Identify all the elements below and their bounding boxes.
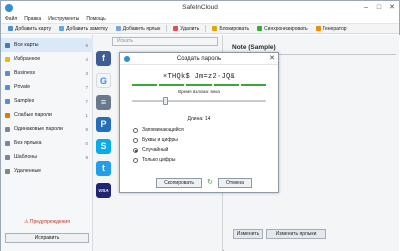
menu-bar: Файл Правка Инструменты Помощь [1,15,399,23]
strength-segment [186,84,212,86]
fix-button[interactable]: Исправить [5,233,89,243]
template-icon [5,154,10,160]
option-digits-only[interactable]: Только цифры [133,156,175,164]
minimize-button[interactable]: – [361,3,371,12]
copy-button[interactable]: Скопировать [156,178,202,188]
sidebar-item-samples[interactable]: Samples 7 [1,94,93,108]
password-generator-dialog: Создать пароль ✕ ×THQk$ Jm=z2·JQ& Время … [119,52,279,193]
sync-button[interactable]: Синхронизировать [254,24,311,33]
close-icon[interactable]: ✕ [269,54,275,64]
folder-icon [5,42,10,48]
add-card-button[interactable]: Добавить карту [5,24,54,33]
strength-segment [240,84,267,86]
menu-help[interactable]: Помощь [86,15,105,23]
length-slider-track[interactable] [132,100,266,102]
option-random[interactable]: Случайный [133,146,168,154]
toolbar-divider [205,25,207,32]
menu-tools[interactable]: Инструменты [48,15,79,23]
add-label-button[interactable]: Добавить ярлык [113,24,164,33]
strength-segment [159,84,185,86]
add-note-button[interactable]: Добавить заметку [56,24,111,33]
length-slider-thumb[interactable] [163,97,168,105]
close-window-button[interactable]: ✕ [387,3,397,12]
add-label-icon [115,26,121,31]
duplicate-icon [5,126,10,132]
delete-icon [173,26,179,31]
sidebar-item-deleted[interactable]: Удаленные [1,164,93,178]
sidebar-item-weak-passwords[interactable]: Слабые пароли 1 [1,108,93,122]
sidebar-item-no-label[interactable]: Без ярлыка 0 [1,136,93,150]
sync-icon [257,26,263,31]
label-icon [5,98,10,104]
option-memorable[interactable]: Запоминающийся [133,126,184,134]
sidebar-item-business[interactable]: Business 3 [1,66,93,80]
label-icon [5,84,10,90]
lock-button[interactable]: Блокировать [209,24,252,33]
strength-segment [132,84,158,86]
option-letters-digits[interactable]: Буквы и цифры [133,136,178,144]
dialog-title: Создать пароль [176,56,222,62]
app-window: SafeInCloud – □ ✕ Файл Правка Инструмент… [0,0,400,251]
strength-meter [132,84,267,86]
add-note-icon [59,26,65,31]
no-label-icon [5,140,10,146]
toolbar: Добавить карту Добавить заметку Добавить… [1,23,399,34]
generator-button[interactable]: Генератор [313,24,350,33]
sidebar-item-all-cards[interactable]: Все карты 9 [1,38,93,52]
warning-icon [5,112,10,118]
add-card-icon [8,26,13,31]
warnings-link[interactable]: ⚠ Предупреждения [1,219,93,225]
radio-button[interactable] [133,137,138,143]
length-label: Длина: 14 [187,116,211,122]
safeincloud-logo-icon [124,56,130,62]
window-title: SafeInCloud [182,4,218,11]
toolbar-divider [166,25,168,32]
key-icon [315,26,321,31]
crack-time-label: Время взлома: века [178,89,220,94]
refresh-icon[interactable]: ↻ [206,179,214,187]
dialog-title-bar: Создать пароль ✕ [120,53,278,65]
sidebar-item-private[interactable]: Private 7 [1,80,93,94]
sidebar-item-favorites[interactable]: Избранное 4 [1,52,93,66]
generated-password[interactable]: ×THQk$ Jm=z2·JQ& [120,73,278,81]
lock-icon [212,26,218,31]
delete-button[interactable]: Удалить [170,24,202,33]
menu-file[interactable]: Файл [5,15,17,23]
maximize-button[interactable]: □ [374,3,384,12]
radio-button[interactable] [133,127,138,133]
label-icon [5,70,10,76]
radio-button[interactable] [133,157,138,163]
radio-button-selected[interactable] [133,147,138,153]
strength-segment [213,84,239,86]
sidebar-item-templates[interactable]: Шаблоны 8 [1,150,93,164]
star-icon [5,56,10,62]
sidebar-item-duplicate-passwords[interactable]: Одинаковые пароли 8 [1,122,93,136]
trash-icon [5,168,10,174]
cancel-button[interactable]: Отмена [218,178,252,188]
title-bar: SafeInCloud – □ ✕ [1,1,399,15]
menu-edit[interactable]: Правка [24,15,41,23]
